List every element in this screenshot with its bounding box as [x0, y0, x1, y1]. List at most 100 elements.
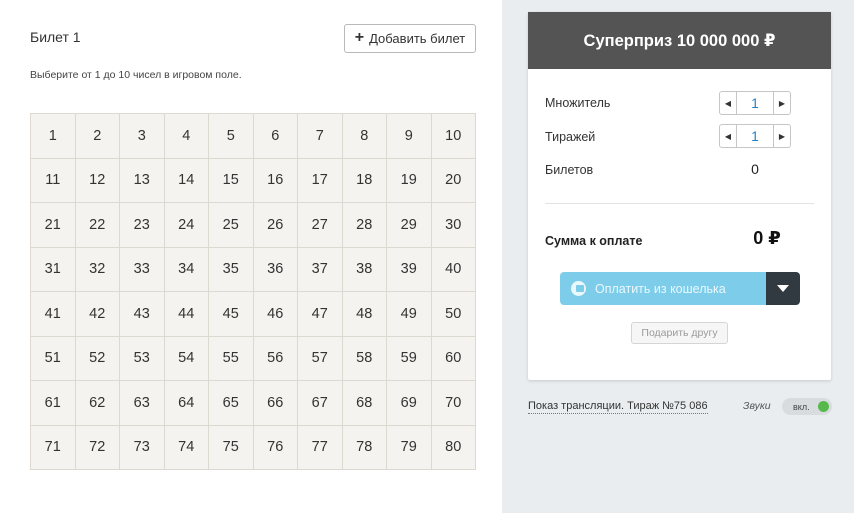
number-cell[interactable]: 7 — [298, 114, 343, 159]
number-cell[interactable]: 61 — [31, 381, 76, 426]
number-cell[interactable]: 5 — [209, 114, 254, 159]
number-cell[interactable]: 4 — [164, 114, 209, 159]
increment-icon[interactable]: ▶ — [773, 125, 790, 147]
number-cell[interactable]: 34 — [164, 247, 209, 292]
number-cell[interactable]: 74 — [164, 425, 209, 470]
number-cell[interactable]: 18 — [342, 158, 387, 203]
number-cell[interactable]: 71 — [31, 425, 76, 470]
number-cell[interactable]: 21 — [31, 203, 76, 248]
number-cell[interactable]: 59 — [387, 336, 432, 381]
plus-icon: + — [354, 29, 365, 46]
number-cell[interactable]: 28 — [342, 203, 387, 248]
payment-dropdown-button[interactable] — [766, 272, 800, 305]
number-cell[interactable]: 33 — [120, 247, 165, 292]
number-cell[interactable]: 22 — [75, 203, 120, 248]
number-cell[interactable]: 44 — [164, 292, 209, 337]
order-card: Суперприз 10 000 000 ₽ Множитель ◀ 1 ▶ Т… — [528, 12, 831, 380]
number-cell[interactable]: 68 — [342, 381, 387, 426]
number-cell[interactable]: 24 — [164, 203, 209, 248]
tickets-count: 0 — [751, 161, 759, 177]
number-cell[interactable]: 69 — [387, 381, 432, 426]
toggle-knob[interactable] — [818, 401, 829, 412]
number-cell[interactable]: 27 — [298, 203, 343, 248]
number-cell[interactable]: 67 — [298, 381, 343, 426]
number-cell[interactable]: 75 — [209, 425, 254, 470]
number-cell[interactable]: 45 — [209, 292, 254, 337]
number-cell[interactable]: 58 — [342, 336, 387, 381]
number-cell[interactable]: 66 — [253, 381, 298, 426]
number-cell[interactable]: 42 — [75, 292, 120, 337]
number-cell[interactable]: 79 — [387, 425, 432, 470]
number-cell[interactable]: 23 — [120, 203, 165, 248]
number-cell[interactable]: 65 — [209, 381, 254, 426]
number-cell[interactable]: 70 — [431, 381, 476, 426]
number-cell[interactable]: 51 — [31, 336, 76, 381]
broadcast-link[interactable]: Показ трансляции. Тираж №75 086 — [528, 400, 708, 414]
number-cell[interactable]: 16 — [253, 158, 298, 203]
number-cell[interactable]: 25 — [209, 203, 254, 248]
number-cell[interactable]: 11 — [31, 158, 76, 203]
number-cell[interactable]: 15 — [209, 158, 254, 203]
number-cell[interactable]: 32 — [75, 247, 120, 292]
number-cell[interactable]: 14 — [164, 158, 209, 203]
number-cell[interactable]: 54 — [164, 336, 209, 381]
number-cell[interactable]: 78 — [342, 425, 387, 470]
number-cell[interactable]: 12 — [75, 158, 120, 203]
number-cell[interactable]: 26 — [253, 203, 298, 248]
number-cell[interactable]: 38 — [342, 247, 387, 292]
number-cell[interactable]: 40 — [431, 247, 476, 292]
number-cell[interactable]: 36 — [253, 247, 298, 292]
number-cell[interactable]: 39 — [387, 247, 432, 292]
sounds-toggle[interactable]: вкл. — [782, 398, 832, 415]
number-cell[interactable]: 55 — [209, 336, 254, 381]
number-cell[interactable]: 29 — [387, 203, 432, 248]
number-cell[interactable]: 20 — [431, 158, 476, 203]
number-cell[interactable]: 73 — [120, 425, 165, 470]
number-cell[interactable]: 47 — [298, 292, 343, 337]
number-cell[interactable]: 6 — [253, 114, 298, 159]
decrement-icon[interactable]: ◀ — [720, 92, 737, 114]
number-cell[interactable]: 1 — [31, 114, 76, 159]
number-cell[interactable]: 50 — [431, 292, 476, 337]
number-cell[interactable]: 64 — [164, 381, 209, 426]
gift-to-friend-button[interactable]: Подарить другу — [631, 322, 728, 344]
multiplier-stepper[interactable]: ◀ 1 ▶ — [719, 91, 791, 115]
number-cell[interactable]: 60 — [431, 336, 476, 381]
number-cell[interactable]: 52 — [75, 336, 120, 381]
number-cell[interactable]: 9 — [387, 114, 432, 159]
draws-stepper[interactable]: ◀ 1 ▶ — [719, 124, 791, 148]
number-cell[interactable]: 46 — [253, 292, 298, 337]
number-cell[interactable]: 77 — [298, 425, 343, 470]
number-cell[interactable]: 48 — [342, 292, 387, 337]
number-cell[interactable]: 13 — [120, 158, 165, 203]
increment-icon[interactable]: ▶ — [773, 92, 790, 114]
pay-button-label: Оплатить из кошелька — [595, 281, 726, 296]
number-cell[interactable]: 53 — [120, 336, 165, 381]
number-cell[interactable]: 2 — [75, 114, 120, 159]
number-cell[interactable]: 30 — [431, 203, 476, 248]
number-cell[interactable]: 19 — [387, 158, 432, 203]
number-cell[interactable]: 80 — [431, 425, 476, 470]
number-cell[interactable]: 37 — [298, 247, 343, 292]
decrement-icon[interactable]: ◀ — [720, 125, 737, 147]
draws-value[interactable]: 1 — [737, 129, 773, 144]
pay-from-wallet-button[interactable]: Оплатить из кошелька — [560, 272, 766, 305]
number-cell[interactable]: 49 — [387, 292, 432, 337]
number-cell[interactable]: 3 — [120, 114, 165, 159]
number-cell[interactable]: 57 — [298, 336, 343, 381]
number-cell[interactable]: 62 — [75, 381, 120, 426]
number-cell[interactable]: 17 — [298, 158, 343, 203]
number-cell[interactable]: 41 — [31, 292, 76, 337]
number-cell[interactable]: 10 — [431, 114, 476, 159]
number-cell[interactable]: 31 — [31, 247, 76, 292]
number-cell[interactable]: 56 — [253, 336, 298, 381]
add-ticket-button[interactable]: + Добавить билет — [344, 24, 476, 53]
number-cell[interactable]: 8 — [342, 114, 387, 159]
number-cell[interactable]: 43 — [120, 292, 165, 337]
wallet-icon — [571, 281, 586, 296]
number-cell[interactable]: 76 — [253, 425, 298, 470]
number-cell[interactable]: 35 — [209, 247, 254, 292]
multiplier-value[interactable]: 1 — [737, 96, 773, 111]
number-cell[interactable]: 72 — [75, 425, 120, 470]
number-cell[interactable]: 63 — [120, 381, 165, 426]
